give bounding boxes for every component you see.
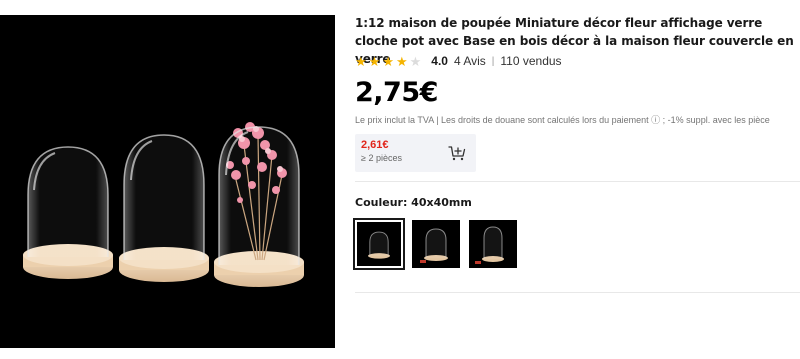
rating-row[interactable]: ★ ★ ★ ★ ★ 4.0 4 Avis | 110 vendus xyxy=(355,53,562,69)
rating-stars: ★ ★ ★ ★ ★ xyxy=(355,55,421,68)
color-option-1[interactable] xyxy=(353,218,405,270)
star-icon: ★ xyxy=(395,53,408,69)
bulk-price: 2,61€ xyxy=(361,139,389,151)
divider xyxy=(355,292,800,293)
color-label: Couleur: 40x40mm xyxy=(355,196,472,209)
star-icon: ★ xyxy=(382,53,394,69)
tax-note: Le prix inclut la TVA | Les droits de do… xyxy=(355,115,770,125)
glass-dome-small xyxy=(23,146,113,279)
glass-dome-medium xyxy=(119,134,209,282)
product-price: 2,75€ xyxy=(355,77,438,108)
bulk-price-box[interactable]: 2,61€ ≥ 2 pièces xyxy=(355,134,476,172)
star-empty-icon: ★ xyxy=(409,53,422,69)
color-option-2[interactable] xyxy=(412,220,460,268)
color-options xyxy=(353,218,517,270)
star-icon: ★ xyxy=(355,53,367,69)
cart-plus-icon[interactable] xyxy=(448,144,466,162)
rating-value: 4.0 xyxy=(431,54,448,68)
rating-separator: | xyxy=(491,55,495,67)
product-info: 1:12 maison de poupée Miniature décor fl… xyxy=(353,0,800,359)
star-icon: ★ xyxy=(368,53,381,69)
sold-count: 110 vendus xyxy=(500,54,562,68)
reviews-link[interactable]: 4 Avis xyxy=(454,54,486,68)
color-option-3[interactable] xyxy=(469,220,517,268)
bulk-quantity: ≥ 2 pièces xyxy=(361,153,402,163)
glass-dome-large xyxy=(214,122,304,287)
product-main-image[interactable] xyxy=(0,15,335,348)
divider xyxy=(355,181,800,182)
